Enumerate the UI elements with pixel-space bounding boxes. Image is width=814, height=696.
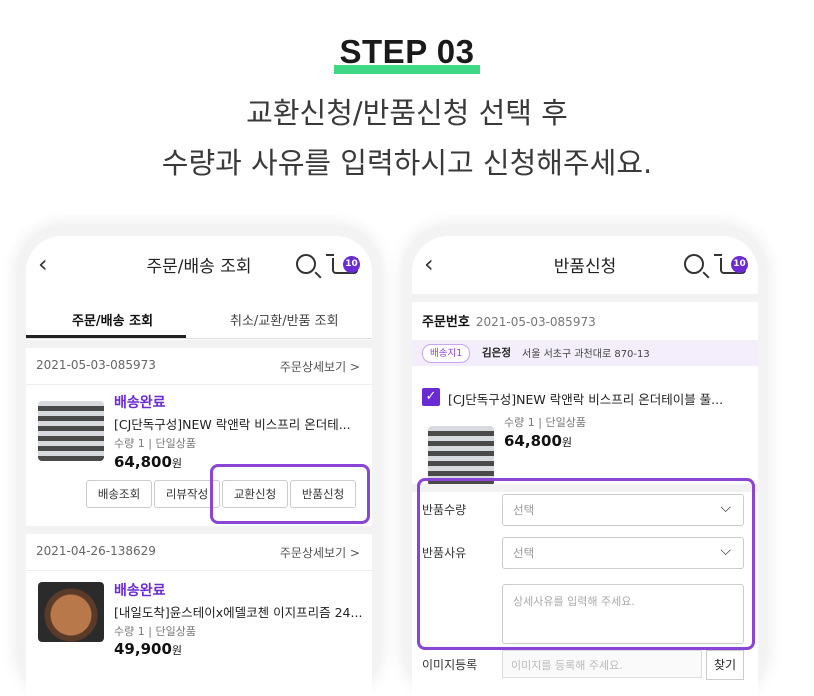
image-upload-placeholder: 이미지를 등록해 주세요. — [511, 659, 623, 672]
price-currency: 원 — [561, 436, 573, 449]
order-date: 2021-05-03-085973 — [36, 358, 156, 372]
order-number-row: 주문번호 2021-05-03-085973 — [422, 311, 596, 330]
order-status: 배송완료 — [114, 583, 166, 599]
product-price: 49,900원 — [114, 640, 182, 658]
product-qty: 수량 1 — [114, 437, 145, 450]
order-status: 배송완료 — [114, 395, 166, 411]
step-label: STEP 03 — [333, 32, 481, 74]
highlight-box — [210, 464, 370, 524]
order-number: 2021-05-03-085973 — [475, 315, 596, 329]
cart-count-badge: 10 — [343, 256, 360, 273]
product-meta: 수량 1 | 단일상품 — [504, 416, 586, 429]
image-upload-input[interactable]: 이미지를 등록해 주세요. — [502, 650, 702, 678]
app-bar: ‹ 주문/배송 조회 10 — [26, 236, 372, 292]
tab-order-delivery[interactable]: 주문/배송 조회 — [72, 310, 153, 329]
search-icon[interactable] — [684, 254, 704, 274]
product-thumbnail[interactable] — [38, 582, 104, 642]
image-upload-label: 이미지등록 — [422, 658, 478, 672]
order-date: 2021-04-26-138629 — [36, 544, 156, 558]
shipping-address-bar: 배송지1 김은정 서울 서초구 과천대로 870-13 — [412, 340, 758, 366]
product-price: 64,800원 — [504, 432, 572, 450]
product-name[interactable]: [CJ단독구성]NEW 락앤락 비스프리 온더테... — [114, 414, 351, 433]
product-meta: 수량 1 | 단일상품 — [114, 625, 196, 638]
price-value: 64,800 — [504, 432, 562, 450]
product-checkbox[interactable]: ✓ — [422, 388, 440, 406]
section-divider — [26, 340, 372, 348]
screen-order-list: ‹ 주문/배송 조회 10 주문/배송 조회 취소/교환/반품 조회 2021-… — [26, 236, 372, 696]
section-divider — [412, 294, 758, 302]
page-title: 주문/배송 조회 — [146, 257, 252, 277]
price-value: 64,800 — [114, 453, 172, 471]
product-name: [CJ단독구성]NEW 락앤락 비스프리 온더테이블 풀... — [448, 392, 724, 407]
product-qty: 수량 1 — [114, 625, 145, 638]
order-header: 2021-04-26-138629 주문상세보기 > — [26, 534, 372, 571]
product-thumbnail[interactable] — [38, 401, 104, 461]
price-value: 49,900 — [114, 640, 172, 658]
order-detail-link[interactable]: 주문상세보기 > — [280, 544, 360, 561]
phone-order-list: ‹ 주문/배송 조회 10 주문/배송 조회 취소/교환/반품 조회 2021-… — [18, 226, 380, 696]
product-option: 단일상품 — [155, 437, 196, 450]
product-name[interactable]: [내일도착]윤스테이x에델코첸 이지프리즘 24... — [114, 602, 362, 621]
price-currency: 원 — [171, 644, 183, 657]
product-thumbnail — [428, 426, 494, 486]
phone-return-request: ‹ 반품신청 10 주문번호 2021-05-03-085973 배송지1 김은정… — [404, 226, 766, 696]
step-heading-wrap: STEP 03 — [0, 32, 814, 74]
screen-return-request: ‹ 반품신청 10 주문번호 2021-05-03-085973 배송지1 김은정… — [412, 236, 758, 696]
product-option: 단일상품 — [545, 416, 586, 429]
recipient-name: 김은정 — [482, 347, 511, 359]
cart-count-badge: 10 — [731, 256, 748, 273]
highlight-box — [417, 478, 755, 650]
product-price: 64,800원 — [114, 453, 182, 471]
track-delivery-button[interactable]: 배송조회 — [86, 480, 152, 508]
active-tab-indicator — [26, 335, 186, 338]
shipping-address: 서울 서초구 과천대로 870-13 — [522, 349, 650, 360]
price-currency: 원 — [171, 457, 183, 470]
search-icon[interactable] — [296, 254, 316, 274]
order-detail-link[interactable]: 주문상세보기 > — [280, 358, 360, 375]
order-number-label: 주문번호 — [422, 315, 470, 330]
order-header: 2021-05-03-085973 주문상세보기 > — [26, 348, 372, 385]
app-bar: ‹ 반품신청 10 — [412, 236, 758, 292]
section-divider — [26, 526, 372, 534]
headline-line1: 교환신청/반품신청 선택 후 — [246, 96, 568, 130]
address-tag: 배송지1 — [422, 344, 471, 363]
order-tabs: 주문/배송 조회 취소/교환/반품 조회 — [26, 298, 372, 339]
product-meta: 수량 1 | 단일상품 — [114, 437, 196, 450]
product-option: 단일상품 — [155, 625, 196, 638]
headline-line2: 수량과 사유를 입력하시고 신청해주세요. — [161, 146, 653, 180]
find-file-button[interactable]: 찾기 — [706, 650, 744, 680]
product-qty: 수량 1 — [504, 416, 535, 429]
tab-cancel-exchange-return[interactable]: 취소/교환/반품 조회 — [230, 310, 339, 329]
